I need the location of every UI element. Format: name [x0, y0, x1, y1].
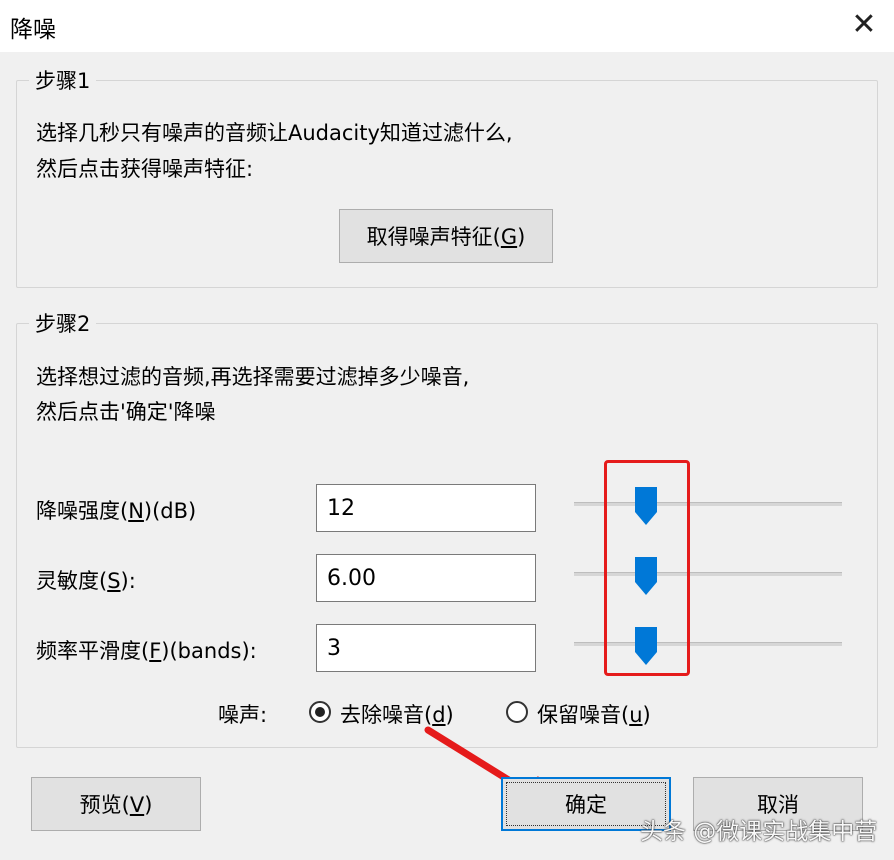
noise-label: 噪声: [218, 703, 268, 727]
slider-highlight-box [604, 460, 690, 676]
get-noise-profile-button[interactable]: 取得噪声特征(G) [339, 209, 553, 263]
sensitivity-input[interactable] [316, 554, 536, 602]
close-icon[interactable]: ✕ [848, 10, 880, 42]
watermark-text: 头条 @微课实战集中营 [640, 819, 878, 845]
step1-instruction-line1: 选择几秒只有噪声的音频让Audacity知道过滤什么, [36, 121, 513, 145]
step2-instruction-line2: 然后点击'确定'降噪 [36, 400, 216, 424]
title-bar: 降噪 ✕ [0, 0, 894, 52]
remove-noise-radio[interactable] [309, 701, 331, 723]
noise-reduction-label: 降噪强度(N)(dB) [36, 499, 197, 523]
sensitivity-label: 灵敏度(S): [36, 569, 136, 593]
step2-title: 步骤2 [29, 308, 97, 338]
get-noise-profile-label: 取得噪声特征 [366, 225, 493, 249]
preview-button[interactable]: 预览(V) [31, 777, 201, 831]
step1-title: 步骤1 [29, 65, 97, 95]
frequency-smoothing-label: 频率平滑度(F)(bands): [36, 639, 257, 663]
step2-instruction-line1: 选择想过滤的音频,再选择需要过滤掉多少噪音, [36, 365, 470, 389]
noise-reduction-input[interactable] [316, 484, 536, 532]
window-title: 降噪 [10, 17, 56, 43]
get-noise-profile-mnemonic: G [500, 225, 518, 249]
frequency-smoothing-input[interactable] [316, 624, 536, 672]
step1-instruction-line2: 然后点击获得噪声特征: [36, 157, 254, 181]
